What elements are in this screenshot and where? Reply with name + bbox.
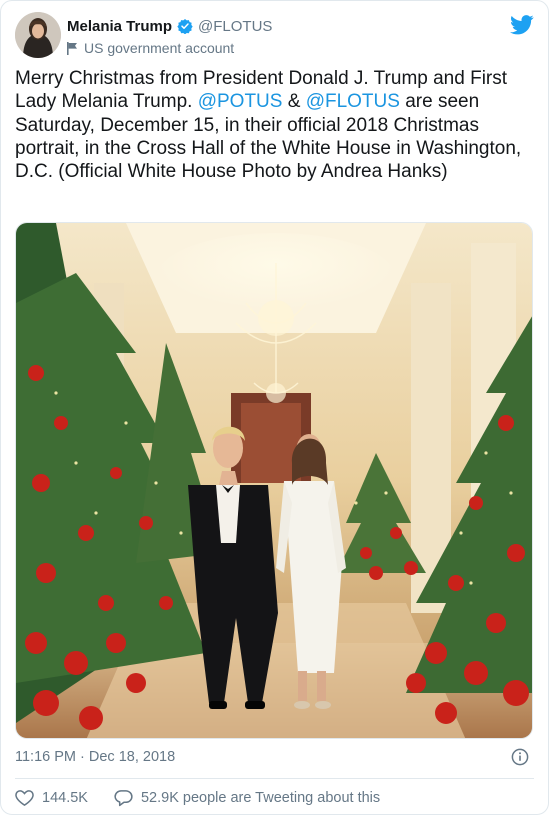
author-info: Melania Trump @FLOTUS US government acco… — [67, 16, 272, 57]
tweeting-about-link[interactable]: 52.9K people are Tweeting about this — [114, 789, 380, 807]
avatar[interactable] — [15, 12, 61, 58]
tweet-text-part: & — [282, 91, 306, 113]
divider — [15, 778, 534, 779]
verified-badge-icon — [177, 19, 193, 34]
speech-bubble-icon — [114, 790, 133, 807]
tweet-actions: 144.5K 52.9K people are Tweeting about t… — [15, 789, 406, 807]
tweet-timestamp[interactable]: 11:16 PM · Dec 18, 2018 — [15, 749, 175, 765]
tweet-header: Melania Trump @FLOTUS US government acco… — [15, 12, 534, 60]
info-icon[interactable] — [511, 748, 529, 766]
twitter-bird-icon[interactable] — [510, 15, 534, 35]
author-handle[interactable]: @FLOTUS — [198, 18, 272, 35]
christmas-portrait-image — [16, 223, 532, 738]
government-account-label: US government account — [84, 40, 235, 56]
tweet-card: Melania Trump @FLOTUS US government acco… — [0, 0, 549, 815]
like-count: 144.5K — [42, 790, 88, 806]
flag-icon — [67, 41, 77, 55]
heart-icon — [15, 790, 34, 807]
tweet-text: Merry Christmas from President Donald J.… — [15, 67, 535, 183]
tweeting-about-label: 52.9K people are Tweeting about this — [140, 790, 381, 806]
mention-potus-link[interactable]: @POTUS — [198, 91, 283, 112]
author-display-name[interactable]: Melania Trump — [67, 18, 172, 35]
mention-flotus-link[interactable]: @FLOTUS — [306, 91, 400, 112]
tweet-photo[interactable] — [15, 222, 533, 739]
like-button[interactable]: 144.5K — [15, 789, 88, 807]
